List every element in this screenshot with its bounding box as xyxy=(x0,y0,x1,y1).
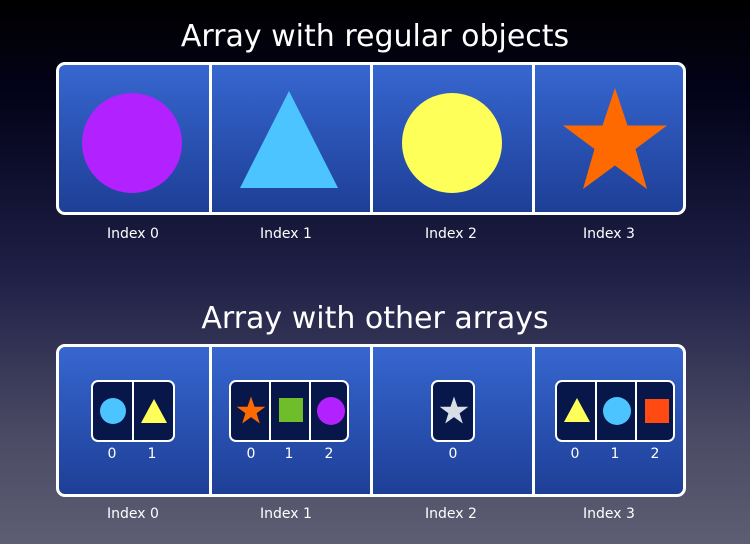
sub-array xyxy=(431,380,475,442)
index-label: Index 0 xyxy=(107,226,159,242)
index-label: Index 3 xyxy=(583,506,635,522)
index-label: Index 1 xyxy=(260,226,312,242)
cell-divider xyxy=(532,347,535,494)
sub-index-label: 2 xyxy=(324,446,334,462)
regular-array-title: Array with regular objects xyxy=(180,19,570,54)
cell-divider xyxy=(370,347,373,494)
index-label: Index 2 xyxy=(425,506,477,522)
cell-divider xyxy=(370,65,373,212)
index-label: Index 2 xyxy=(425,226,477,242)
sub-array-divider xyxy=(595,382,597,440)
sub-array-divider xyxy=(309,382,311,440)
sub-array xyxy=(555,380,675,442)
purple-circle-shape xyxy=(82,93,182,193)
regular-array-strip xyxy=(56,62,686,215)
sub-index-label: 2 xyxy=(650,446,660,462)
sub-index-label: 1 xyxy=(610,446,620,462)
orange-star-shape xyxy=(563,88,667,189)
sub-array-divider xyxy=(269,382,271,440)
nested-array-strip: 0 1 0 1 2 0 0 1 2 xyxy=(56,344,686,497)
sub-index-label: 1 xyxy=(284,446,294,462)
sub-array xyxy=(91,380,175,442)
yellow-circle-shape xyxy=(402,93,502,193)
index-label: Index 3 xyxy=(583,226,635,242)
circle-icon xyxy=(603,397,631,425)
star-icon xyxy=(236,396,266,424)
nested-array-title: Array with other arrays xyxy=(201,301,549,336)
sub-array-divider xyxy=(635,382,637,440)
triangle-icon xyxy=(564,398,590,422)
sub-index-label: 1 xyxy=(147,446,157,462)
sub-index-label: 0 xyxy=(448,446,458,462)
cell-divider xyxy=(532,65,535,212)
square-icon xyxy=(645,399,669,423)
blue-triangle-shape xyxy=(240,91,338,188)
sub-array-divider xyxy=(132,382,134,440)
sub-index-label: 0 xyxy=(570,446,580,462)
star-icon xyxy=(439,396,469,424)
sub-array xyxy=(229,380,349,442)
index-label: Index 1 xyxy=(260,506,312,522)
circle-icon xyxy=(100,398,126,424)
cell-divider xyxy=(209,65,212,212)
circle-icon xyxy=(317,397,345,425)
square-icon xyxy=(279,398,303,422)
cell-divider xyxy=(209,347,212,494)
index-label: Index 0 xyxy=(107,506,159,522)
triangle-icon xyxy=(141,399,167,423)
sub-index-label: 0 xyxy=(107,446,117,462)
sub-index-label: 0 xyxy=(246,446,256,462)
